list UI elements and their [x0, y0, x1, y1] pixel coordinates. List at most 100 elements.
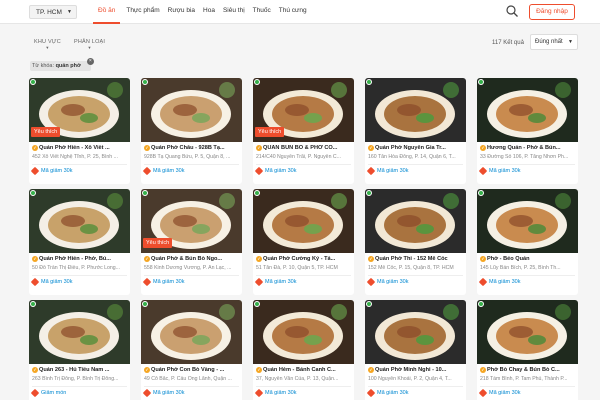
restaurant-address: 33 Đường Số 106, P. Tăng Nhơn Ph... — [480, 154, 569, 160]
sort-select[interactable]: Đúng nhất ▼ — [530, 34, 578, 50]
restaurant-card[interactable]: ✓ Quán 263 - Hủ Tiếu Nam ... 263 Bình Trị … — [29, 300, 130, 400]
restaurant-card[interactable]: ✓ Quán Phở Hiền - Phở, Bú... 50 Đỗ Trần Th… — [29, 189, 130, 295]
login-button[interactable]: Đăng nhập — [529, 4, 575, 20]
restaurant-name: Quán Phở Nguyễn Gia Tr... — [375, 145, 446, 151]
restaurant-name-row[interactable]: ✓ Hương Quán - Phở & Bún... — [480, 145, 576, 151]
category-filter[interactable]: PHÂN LOẠI ▼ — [74, 39, 105, 50]
favorite-badge: Yêu thích — [255, 127, 285, 137]
restaurant-name: Quán Phở Minh Nghi - 10... — [375, 367, 447, 373]
open-status-dot — [366, 79, 372, 85]
restaurant-card[interactable]: ✓ Quán Phở Con Bò Vàng - ... 49 Cô Bắc, P.… — [141, 300, 242, 400]
restaurant-name-row[interactable]: ✓ Quán Hẻm - Bánh Canh C... — [256, 367, 352, 373]
restaurant-name-row[interactable]: ✓ Phở - Béo Quán — [480, 256, 576, 262]
restaurant-name-row[interactable]: ✓ Quán Phở Con Bò Vàng - ... — [144, 367, 240, 373]
restaurant-name: QUÁN BÚN BÒ & PHỞ CÔ... — [263, 145, 338, 151]
area-filter[interactable]: KHU VỰC ▼ — [34, 39, 61, 50]
verified-icon: ✓ — [32, 256, 38, 262]
restaurant-name: Phở - Béo Quán — [487, 256, 530, 262]
restaurant-card[interactable]: ✓ Phở Bò Chay & Bún Bò C... 218 Tám Bình, … — [477, 300, 578, 400]
keyword-chip: Từ khóa: quán phở × — [30, 58, 94, 71]
divider — [368, 164, 463, 165]
restaurant-name-row[interactable]: ✓ Quán Phở Minh Nghi - 10... — [368, 367, 464, 373]
tag-icon — [30, 277, 40, 287]
restaurant-card[interactable]: Yêu thích ✓ QUÁN BÚN BÒ & PHỞ CÔ... 214/C40… — [253, 78, 354, 184]
divider — [480, 164, 575, 165]
restaurant-photo[interactable] — [141, 300, 242, 364]
restaurant-card[interactable]: ✓ Phở - Béo Quán 145 Lũy Bán Bích, P. 25, … — [477, 189, 578, 295]
restaurant-card[interactable]: ✓ Quán Phở Châu - 928B Tạ... 928B Tạ Quang… — [141, 78, 242, 184]
tag-icon — [478, 388, 488, 398]
restaurant-name-row[interactable]: ✓ QUÁN BÚN BÒ & PHỞ CÔ... — [256, 145, 352, 151]
restaurant-name-row[interactable]: ✓ Phở Bò Chay & Bún Bò C... — [480, 367, 576, 373]
restaurant-photo[interactable] — [253, 189, 354, 253]
keyword-prefix: Từ khóa: — [32, 63, 55, 69]
restaurant-address: 100 Nguyễn Khoái, P. 2, Quận 4, T... — [368, 376, 452, 382]
nav-supermarket[interactable]: Siêu thị — [219, 0, 249, 24]
tag-icon — [30, 388, 40, 398]
restaurant-card[interactable]: Yêu thích ✓ Quán Phở & Bún Bò Ngo... 558 Ki… — [141, 189, 242, 295]
restaurant-name-row[interactable]: ✓ Quán 263 - Hủ Tiếu Nam ... — [32, 367, 128, 373]
promo-text: Mã giảm 30k — [489, 168, 521, 174]
restaurant-photo[interactable] — [365, 189, 466, 253]
restaurant-photo[interactable] — [29, 189, 130, 253]
close-icon[interactable]: × — [86, 58, 94, 65]
verified-icon: ✓ — [368, 145, 374, 151]
divider — [32, 164, 127, 165]
chevron-down-icon: ▼ — [568, 39, 573, 45]
restaurant-name-row[interactable]: ✓ Quán Phở Thi - 152 Mễ Cốc — [368, 256, 464, 262]
promo-text: Giảm món — [41, 390, 67, 396]
restaurant-photo[interactable] — [477, 78, 578, 142]
restaurant-card[interactable]: ✓ Quán Phở Thi - 152 Mễ Cốc 152 Mễ Cốc, P.… — [365, 189, 466, 295]
restaurant-photo[interactable] — [365, 300, 466, 364]
restaurant-name-row[interactable]: ✓ Quán Phở Hiền - Xô Viết ... — [32, 145, 128, 151]
nav-food[interactable]: Đồ ăn — [93, 0, 121, 24]
nav-alcohol[interactable]: Rượu bia — [164, 0, 199, 24]
city-label: TP. HCM — [36, 9, 62, 16]
verified-icon: ✓ — [368, 367, 374, 373]
restaurant-photo[interactable] — [29, 300, 130, 364]
tag-icon — [142, 166, 152, 176]
restaurant-card[interactable]: ✓ Quán Phở Nguyễn Gia Tr... 160 Tân Hòa Đô… — [365, 78, 466, 184]
city-selector[interactable]: TP. HCM ▼ — [29, 5, 77, 19]
restaurant-card[interactable]: Yêu thích ✓ Quán Phở Hiền - Xô Viết ... 452… — [29, 78, 130, 184]
restaurant-name-row[interactable]: ✓ Quán Phở Nguyễn Gia Tr... — [368, 145, 464, 151]
chevron-down-icon: ▼ — [45, 45, 50, 50]
promo-row: Mã giảm 30k — [142, 388, 185, 398]
promo-row: Mã giảm 30k — [30, 166, 73, 176]
open-status-dot — [254, 190, 260, 196]
search-icon[interactable] — [505, 4, 519, 18]
nav-medicine[interactable]: Thuốc — [249, 0, 275, 24]
restaurant-card[interactable]: ✓ Hương Quán - Phở & Bún... 33 Đường Số 10… — [477, 78, 578, 184]
verified-icon: ✓ — [368, 256, 374, 262]
promo-text: Mã giảm 30k — [377, 279, 409, 285]
restaurant-photo[interactable] — [365, 78, 466, 142]
restaurant-name: Quán Phở Con Bò Vàng - ... — [151, 367, 225, 373]
restaurant-name-row[interactable]: ✓ Quán Phở & Bún Bò Ngo... — [144, 256, 240, 262]
restaurant-address: 558 Kinh Dương Vương, P. An Lạc, ... — [144, 265, 232, 271]
tag-icon — [254, 388, 264, 398]
promo-text: Mã giảm 30k — [153, 168, 185, 174]
verified-icon: ✓ — [256, 145, 262, 151]
chevron-down-icon: ▼ — [87, 45, 92, 50]
restaurant-name-row[interactable]: ✓ Quán Phở Hiền - Phở, Bú... — [32, 256, 128, 262]
tag-icon — [366, 388, 376, 398]
divider — [32, 386, 127, 387]
restaurant-photo[interactable] — [477, 189, 578, 253]
restaurant-name-row[interactable]: ✓ Quán Phở Cường Ký - Tả... — [256, 256, 352, 262]
promo-row: Mã giảm 30k — [478, 166, 521, 176]
nav-pets[interactable]: Thú cưng — [275, 0, 311, 24]
sort-value: Đúng nhất — [535, 39, 563, 45]
nav-flowers[interactable]: Hoa — [199, 0, 219, 24]
restaurant-photo[interactable] — [253, 300, 354, 364]
restaurant-card[interactable]: ✓ Quán Phở Cường Ký - Tả... 51 Tân Đà, P. … — [253, 189, 354, 295]
open-status-dot — [478, 79, 484, 85]
restaurant-name-row[interactable]: ✓ Quán Phở Châu - 928B Tạ... — [144, 145, 240, 151]
restaurant-card[interactable]: ✓ Quán Phở Minh Nghi - 10... 100 Nguyễn Kh… — [365, 300, 466, 400]
restaurant-photo[interactable] — [477, 300, 578, 364]
restaurant-photo[interactable] — [141, 78, 242, 142]
verified-icon: ✓ — [480, 256, 486, 262]
nav-groceries[interactable]: Thực phẩm — [122, 0, 163, 24]
restaurant-address: 50 Đỗ Trần Thị Điều, P. Phước Long... — [32, 265, 121, 271]
divider — [256, 386, 351, 387]
restaurant-card[interactable]: ✓ Quán Hẻm - Bánh Canh C... 37, Nguyễn Văn… — [253, 300, 354, 400]
